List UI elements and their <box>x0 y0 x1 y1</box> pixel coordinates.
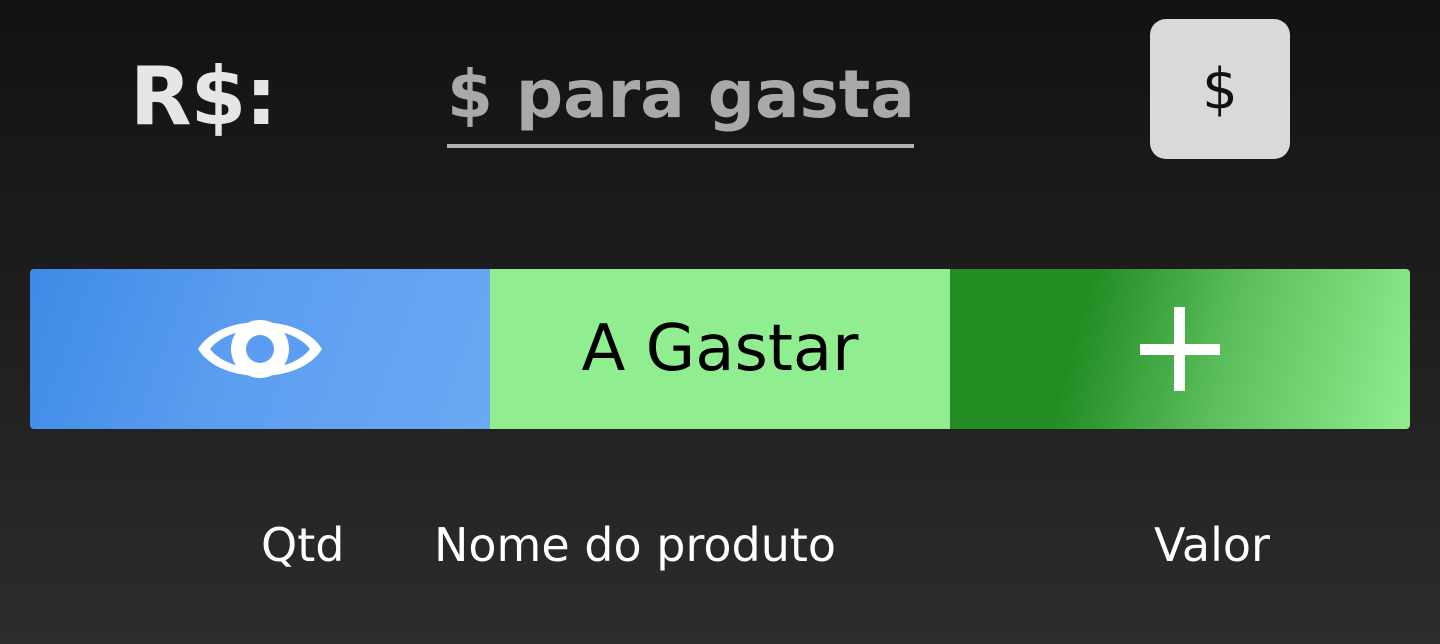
set-budget-button[interactable]: $ <box>1150 19 1290 159</box>
column-header-qtd: Qtd <box>261 518 345 572</box>
budget-input[interactable] <box>447 44 914 148</box>
plus-icon <box>1140 307 1220 391</box>
add-item-button[interactable] <box>950 269 1410 429</box>
view-list-button[interactable] <box>30 269 490 429</box>
column-header-product-name: Nome do produto <box>434 518 837 572</box>
budget-screen: R$: $ A Gastar Qtd Nome do produto Valor <box>0 0 1440 644</box>
eye-icon <box>198 320 322 378</box>
column-header-value: Valor <box>1154 518 1270 572</box>
to-spend-button[interactable]: A Gastar <box>490 269 950 429</box>
action-bar: A Gastar <box>30 269 1410 429</box>
currency-label: R$: <box>130 50 277 143</box>
